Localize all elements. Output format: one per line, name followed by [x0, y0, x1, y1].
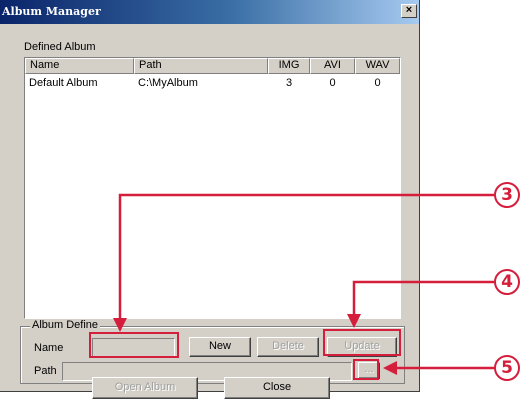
column-header-path[interactable]: Path: [134, 58, 268, 74]
album-path-cell: C:\MyAlbum: [138, 77, 198, 89]
album-list[interactable]: Name Path IMG AVI WAV Default Album C:\M…: [24, 57, 401, 319]
callout-highlight-update-button: [323, 329, 401, 356]
close-button[interactable]: Close: [224, 377, 330, 399]
album-img-count-cell: 3: [285, 77, 293, 89]
callout-highlight-browse-button: [353, 359, 379, 380]
column-header-wav[interactable]: WAV: [355, 58, 400, 74]
path-label: Path: [34, 365, 57, 377]
album-avi-count-cell: 0: [329, 77, 336, 89]
new-button[interactable]: New: [189, 337, 251, 357]
album-define-legend: Album Define: [30, 319, 101, 331]
album-name-cell: Default Album: [29, 77, 98, 89]
close-window-button[interactable]: ×: [401, 4, 417, 18]
open-album-button[interactable]: Open Album: [92, 377, 198, 399]
window-title: Album Manager: [2, 5, 101, 18]
callout-highlight-name-field: [89, 332, 179, 358]
delete-button[interactable]: Delete: [257, 337, 319, 357]
table-row[interactable]: Default Album C:\MyAlbum 3 0 0: [25, 76, 400, 90]
album-list-header: Name Path IMG AVI WAV: [25, 58, 400, 74]
callout-number-4: 4: [494, 269, 520, 295]
column-header-img[interactable]: IMG: [268, 58, 310, 74]
defined-album-label: Defined Album: [24, 41, 96, 53]
name-label: Name: [34, 342, 64, 354]
title-bar[interactable]: Album Manager ×: [0, 0, 419, 24]
callout-number-5: 5: [494, 355, 520, 381]
column-header-name[interactable]: Name: [25, 58, 134, 74]
album-wav-count-cell: 0: [374, 77, 381, 89]
column-header-avi[interactable]: AVI: [310, 58, 355, 74]
callout-number-3: 3: [494, 182, 520, 208]
close-icon: ×: [405, 4, 413, 16]
